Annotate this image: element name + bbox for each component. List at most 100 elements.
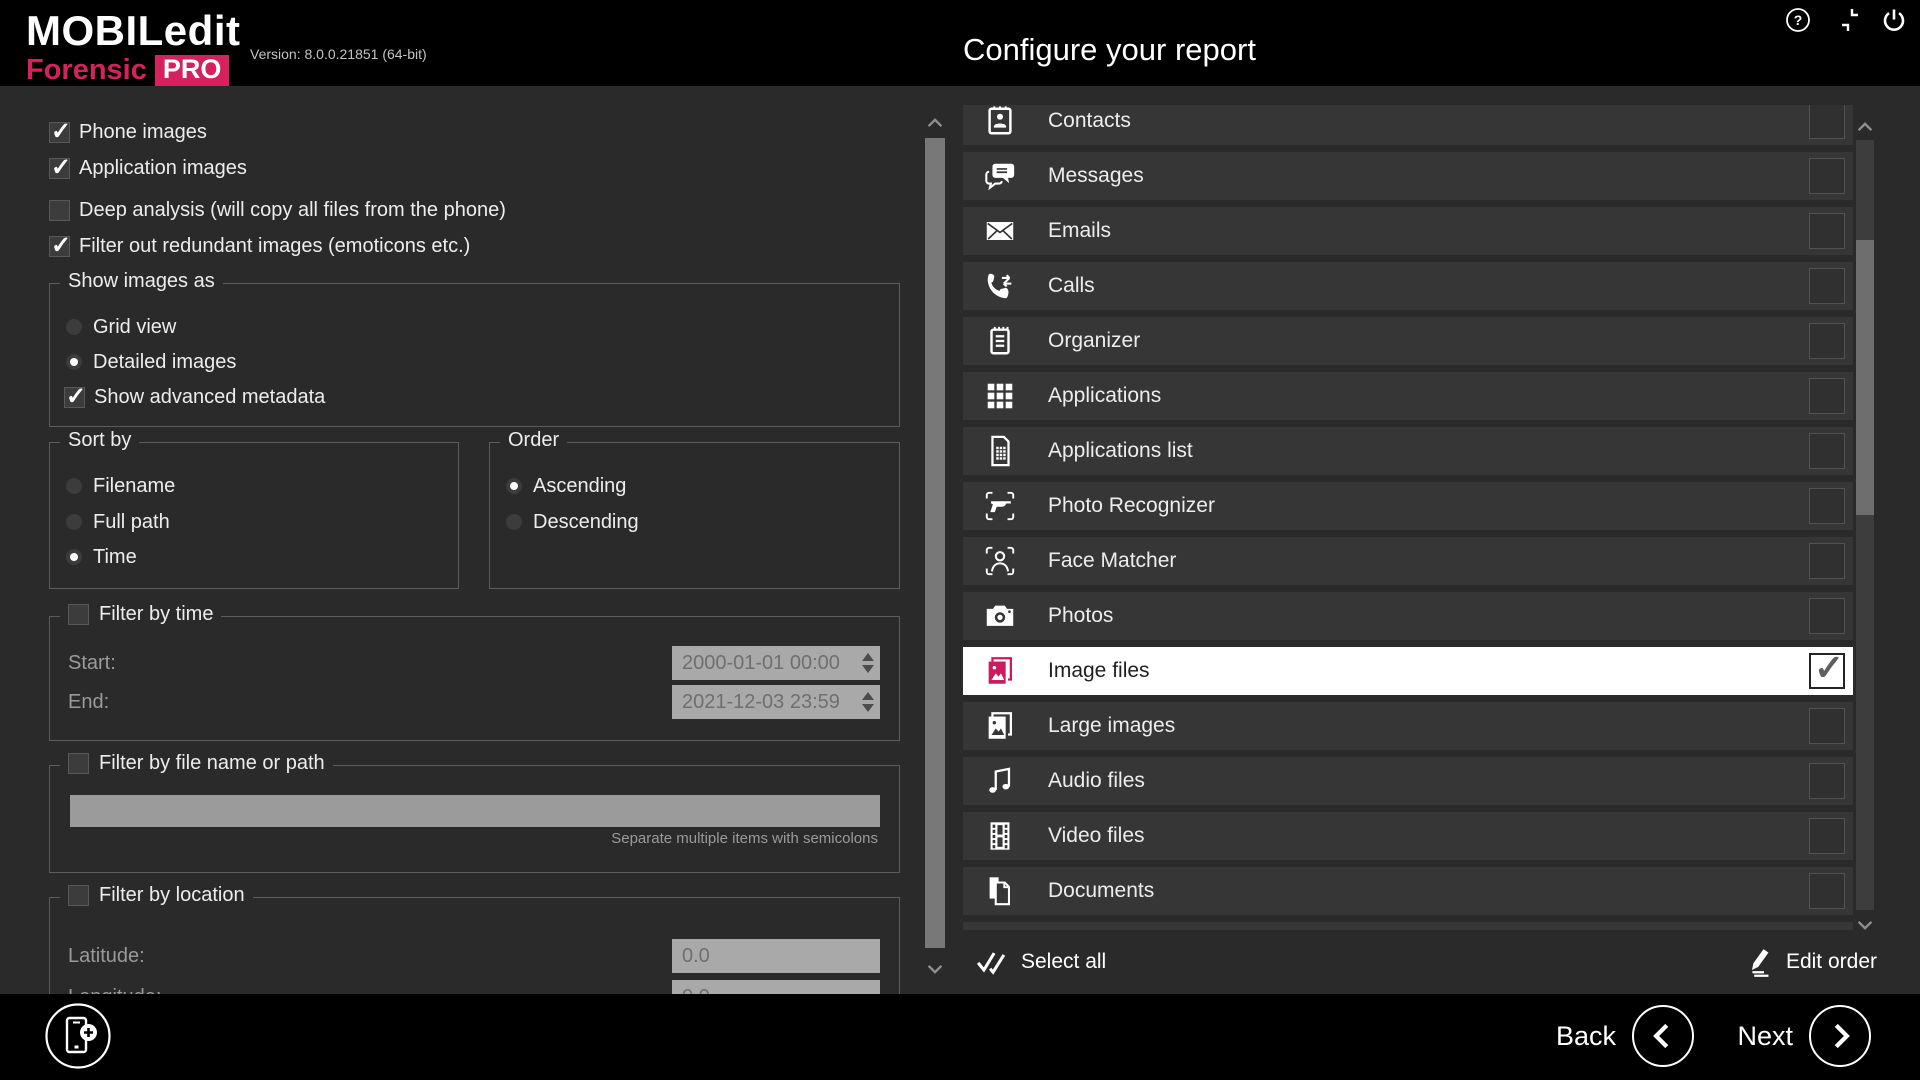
longitude-input[interactable]: 0.0 (672, 980, 880, 994)
start-time-input[interactable]: 2000-01-01 00:00 (672, 646, 880, 680)
report-item-face-matcher[interactable]: Face Matcher (963, 537, 1853, 585)
report-item-documents[interactable]: Documents (963, 867, 1853, 915)
longitude-value: 0.0 (682, 980, 710, 994)
report-item-checkbox[interactable] (1809, 818, 1845, 854)
sort-full-path-radio[interactable]: Full path (64, 509, 170, 535)
report-item-emails[interactable]: Emails (963, 207, 1853, 255)
report-item-label: Emails (1048, 207, 1111, 255)
back-button[interactable]: Back (1556, 1005, 1694, 1067)
next-button[interactable]: Next (1737, 1005, 1871, 1067)
report-item-checkbox[interactable] (1809, 543, 1845, 579)
report-item-audio-files[interactable]: Audio files (963, 757, 1853, 805)
order-descending-radio[interactable]: Descending (504, 509, 639, 535)
order-legend: Order (508, 429, 559, 452)
main-area: Phone images Application images Deep ana… (0, 86, 1920, 994)
edit-order-button[interactable]: Edit order (1740, 942, 1877, 982)
sort-by-group: Sort by Filename Full path Time (49, 442, 459, 589)
left-panel-scrollbar-thumb[interactable] (925, 138, 945, 948)
filter-by-time-checkbox[interactable] (68, 604, 89, 625)
power-icon[interactable] (1881, 7, 1907, 33)
report-item-calls[interactable]: Calls (963, 262, 1853, 310)
edit-pencil-icon (1740, 946, 1772, 978)
report-item-checkbox[interactable] (1809, 653, 1845, 689)
report-item-photos[interactable]: Photos (963, 592, 1853, 640)
deep-analysis-option[interactable]: Deep analysis (will copy all files from … (49, 197, 506, 223)
report-list-scrollbar-thumb[interactable] (1856, 240, 1874, 515)
applications-icon (983, 379, 1017, 413)
spinner-arrows-icon[interactable] (860, 646, 876, 680)
add-phone-button[interactable] (44, 1002, 112, 1070)
report-item-label: Photos (1048, 592, 1113, 640)
left-panel-scroll-down-icon[interactable] (924, 958, 946, 980)
report-item-checkbox[interactable] (1809, 488, 1845, 524)
show-advanced-metadata-option[interactable]: Show advanced metadata (64, 384, 325, 410)
latitude-input[interactable]: 0.0 (672, 939, 880, 973)
report-item-large-images[interactable]: Large images (963, 702, 1853, 750)
report-item-photo-recognizer[interactable]: Photo Recognizer (963, 482, 1853, 530)
end-time-input[interactable]: 2021-12-03 23:59 (672, 685, 880, 719)
report-item-messages[interactable]: Messages (963, 152, 1853, 200)
report-item-contacts[interactable]: Contacts (963, 105, 1853, 145)
report-item-label: Image files (1048, 647, 1150, 695)
report-item-checkbox[interactable] (1809, 873, 1845, 909)
start-label: Start: (68, 652, 116, 675)
report-item-checkbox[interactable] (1809, 268, 1845, 304)
filter-by-location-checkbox[interactable] (68, 885, 89, 906)
report-item-checkbox[interactable] (1809, 433, 1845, 469)
filter-redundant-option[interactable]: Filter out redundant images (emoticons e… (49, 233, 470, 259)
report-item-checkbox[interactable] (1809, 158, 1845, 194)
phone-images-option[interactable]: Phone images (49, 119, 207, 145)
filter-by-time-legend: Filter by time (99, 603, 213, 626)
report-item-checkbox[interactable] (1809, 105, 1845, 139)
report-item-checkbox[interactable] (1809, 213, 1845, 249)
contacts-icon (983, 105, 1017, 138)
report-item-video-files[interactable]: Video files (963, 812, 1853, 860)
collapse-window-icon[interactable] (1833, 7, 1859, 33)
report-item-image-files[interactable]: Image files (963, 647, 1853, 695)
sort-by-legend: Sort by (68, 429, 131, 452)
report-item-label: Face Matcher (1048, 537, 1176, 585)
report-item-checkbox[interactable] (1809, 323, 1845, 359)
sort-filename-radio[interactable]: Filename (64, 473, 175, 499)
report-item-label: Applications (1048, 372, 1161, 420)
report-item-checkbox[interactable] (1809, 598, 1845, 634)
left-panel-scroll-up-icon[interactable] (924, 112, 946, 134)
report-item-checkbox[interactable] (1809, 378, 1845, 414)
double-check-icon (975, 946, 1007, 978)
report-item-label: Large images (1048, 702, 1175, 750)
filter-by-location-group: Filter by location Latitude: 0.0 Longitu… (49, 897, 900, 994)
detailed-images-radio[interactable]: Detailed images (64, 349, 236, 375)
report-item-applications[interactable]: Applications (963, 372, 1853, 420)
latitude-value: 0.0 (682, 939, 710, 973)
file-name-filter-input[interactable] (70, 795, 880, 827)
show-images-as-group: Show images as Grid view Detailed images… (49, 283, 900, 427)
select-all-button[interactable]: Select all (975, 942, 1106, 982)
report-item-applications-list[interactable]: Applications list (963, 427, 1853, 475)
spinner-arrows-icon[interactable] (860, 685, 876, 719)
report-item-label: Messages (1048, 152, 1144, 200)
logo-forensic: Forensic (26, 56, 147, 85)
filter-by-name-checkbox[interactable] (68, 753, 89, 774)
report-list-scroll-up-icon[interactable] (1854, 116, 1876, 138)
order-ascending-radio[interactable]: Ascending (504, 473, 626, 499)
report-item-organizer[interactable]: Organizer (963, 317, 1853, 365)
report-item-partial-row[interactable] (963, 922, 1853, 930)
messages-icon (983, 159, 1017, 193)
sort-time-radio[interactable]: Time (64, 544, 137, 570)
video-files-icon (983, 819, 1017, 853)
grid-view-radio[interactable]: Grid view (64, 314, 176, 340)
report-item-label: Calls (1048, 262, 1095, 310)
next-label: Next (1737, 1021, 1793, 1052)
report-item-checkbox[interactable] (1809, 763, 1845, 799)
report-list-scroll-down-icon[interactable] (1854, 914, 1876, 936)
order-ascending-label: Ascending (533, 475, 626, 498)
report-list-scrollbar-track[interactable] (1856, 140, 1874, 910)
chevron-left-icon (1632, 1005, 1694, 1067)
report-item-label: Applications list (1048, 427, 1193, 475)
order-group: Order Ascending Descending (489, 442, 900, 589)
audio-files-icon (983, 764, 1017, 798)
checkbox-checked-icon (49, 158, 70, 179)
help-icon[interactable]: ? (1785, 7, 1811, 33)
report-item-checkbox[interactable] (1809, 708, 1845, 744)
application-images-option[interactable]: Application images (49, 155, 247, 181)
